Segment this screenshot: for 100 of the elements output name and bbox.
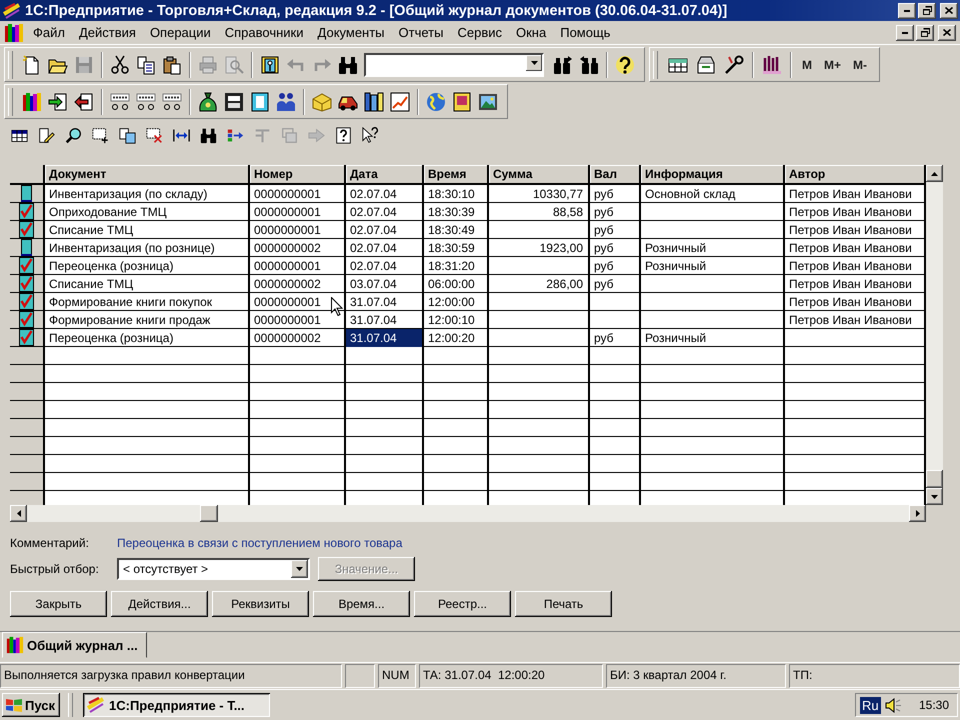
people-icon[interactable]: [276, 92, 296, 112]
column-header[interactable]: Номер: [250, 165, 346, 185]
document-icon[interactable]: [250, 92, 270, 112]
books-icon[interactable]: [4, 22, 24, 42]
form-button[interactable]: Действия...: [111, 591, 208, 617]
column-header[interactable]: Время: [424, 165, 489, 185]
table-cell-text: Петров Иван Иванови: [788, 312, 913, 329]
books-icon[interactable]: [22, 92, 42, 112]
table-cell-text: 02.07.04: [349, 204, 398, 221]
column-header[interactable]: Автор: [785, 165, 926, 185]
scroll-down-button[interactable]: [926, 488, 943, 505]
cash-register-icon[interactable]: [110, 92, 130, 112]
memory-button[interactable]: M-: [847, 54, 874, 76]
arrow-right-icon[interactable]: [227, 126, 244, 144]
close-button[interactable]: [938, 24, 956, 40]
column-header[interactable]: Дата: [346, 165, 424, 185]
dropdown-button[interactable]: [291, 560, 308, 578]
cabinet-icon[interactable]: [224, 92, 244, 112]
menu-item[interactable]: Действия: [72, 23, 143, 42]
dropdown-button[interactable]: [526, 54, 542, 70]
bar-chart-icon[interactable]: [762, 54, 782, 74]
frame-icon[interactable]: [452, 92, 472, 112]
table-cell-text: 02.07.04: [349, 186, 398, 203]
table-cell-text: Петров Иван Иванови: [788, 294, 913, 311]
column-header[interactable]: Вал: [590, 165, 641, 185]
form-button[interactable]: Реестр...: [414, 591, 511, 617]
document-arrow-in-icon[interactable]: [48, 92, 68, 112]
new-row-icon[interactable]: [92, 126, 109, 144]
keyhole-icon[interactable]: [260, 54, 280, 74]
menu-item[interactable]: Справочники: [218, 23, 311, 42]
menu-item[interactable]: Сервис: [450, 23, 509, 42]
column-header[interactable]: Информация: [641, 165, 785, 185]
scroll-left-button[interactable]: [10, 505, 27, 522]
form-button[interactable]: Закрыть: [10, 591, 107, 617]
table-cell-text: 02.07.04: [349, 258, 398, 275]
toolbar-grip[interactable]: [8, 88, 13, 116]
copy-icon[interactable]: [136, 54, 156, 74]
scroll-thumb[interactable]: [926, 470, 943, 488]
scissors-icon[interactable]: [110, 54, 130, 74]
start-button[interactable]: Пуск: [2, 693, 60, 717]
window-tab[interactable]: Общий журнал ...: [2, 632, 147, 658]
pointer-help-icon[interactable]: [362, 126, 379, 144]
form-button[interactable]: Время...: [313, 591, 410, 617]
scroll-right-button[interactable]: [909, 505, 926, 522]
filter-dropdown[interactable]: < отсутствует >: [117, 558, 310, 580]
vertical-scrollbar[interactable]: [926, 165, 943, 505]
toolbar-grip[interactable]: [653, 50, 658, 78]
folders-icon[interactable]: [364, 92, 384, 112]
copy-document-icon[interactable]: [119, 126, 136, 144]
help-icon[interactable]: [335, 126, 352, 144]
binoculars-icon[interactable]: [338, 54, 358, 74]
edit-document-icon[interactable]: [38, 126, 55, 144]
binoculars-icon[interactable]: [553, 54, 573, 74]
cash-register-icon[interactable]: [136, 92, 156, 112]
paste-icon[interactable]: [162, 54, 182, 74]
money-bag-icon[interactable]: [198, 92, 218, 112]
menu-item[interactable]: Документы: [310, 23, 392, 42]
binoculars-icon[interactable]: [579, 54, 599, 74]
magnifier-icon[interactable]: [65, 126, 82, 144]
comment-text: Переоценка в связи с поступлением нового товара: [117, 536, 402, 550]
globe-icon[interactable]: [426, 92, 446, 112]
scroll-up-button[interactable]: [926, 165, 943, 182]
speaker-icon[interactable]: [884, 698, 901, 712]
menu-item[interactable]: Отчеты: [392, 23, 450, 42]
help-icon[interactable]: [615, 54, 635, 74]
toolbar-grip[interactable]: [8, 50, 13, 78]
close-button[interactable]: [940, 2, 958, 18]
binoculars-icon[interactable]: [200, 126, 217, 144]
language-indicator[interactable]: Ru: [860, 696, 881, 714]
horizontal-scrollbar[interactable]: [10, 505, 926, 522]
restore-button[interactable]: [918, 2, 936, 18]
taskbar-button[interactable]: 1С:Предприятие - Т...: [83, 693, 270, 717]
cash-register-icon[interactable]: [162, 92, 182, 112]
minimize-button[interactable]: [898, 2, 916, 18]
line-chart-icon[interactable]: [390, 92, 410, 112]
filter-label: Быстрый отбор:: [10, 562, 100, 576]
table-cell-text: Переоценка (розница): [48, 330, 174, 347]
menu-item[interactable]: Помощь: [553, 23, 618, 42]
document-arrow-out-icon[interactable]: [74, 92, 94, 112]
scroll-thumb[interactable]: [200, 505, 218, 522]
box-icon[interactable]: [312, 92, 332, 112]
search-combo-field[interactable]: [364, 52, 544, 76]
column-width-icon[interactable]: [173, 126, 190, 144]
picture-icon[interactable]: [478, 92, 498, 112]
table-cell-text: Основной склад: [644, 186, 736, 203]
column-header[interactable]: Документ: [45, 165, 250, 185]
memory-button[interactable]: M: [796, 54, 818, 76]
minimize-button[interactable]: [896, 24, 914, 40]
table-cell-text: руб: [593, 186, 615, 203]
form-button[interactable]: Реквизиты: [212, 591, 309, 617]
menu-item[interactable]: Окна: [509, 23, 554, 42]
column-header[interactable]: Сумма: [489, 165, 590, 185]
form-button[interactable]: Печать: [515, 591, 612, 617]
menu-item[interactable]: Операции: [142, 23, 218, 42]
pin-icon[interactable]: [724, 54, 744, 74]
delete-row-icon[interactable]: [146, 126, 163, 144]
menu-item[interactable]: Файл: [26, 23, 72, 42]
memory-button[interactable]: M+: [818, 54, 848, 76]
inbox-icon[interactable]: [696, 54, 716, 74]
restore-button[interactable]: [916, 24, 934, 40]
